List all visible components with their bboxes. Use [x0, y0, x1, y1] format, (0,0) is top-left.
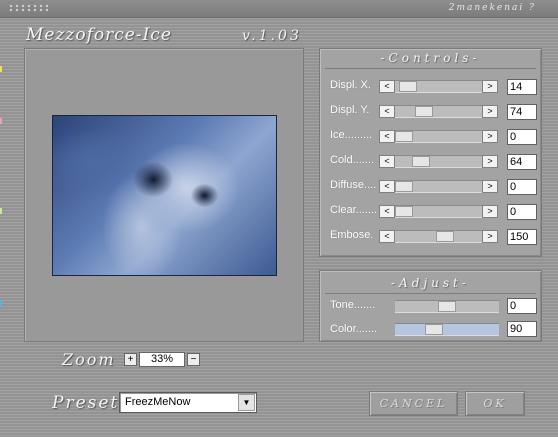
displ-y-decrease-button[interactable]: <	[379, 105, 395, 118]
clear-slider[interactable]	[395, 205, 482, 218]
tone-slider-thumb[interactable]	[438, 301, 456, 312]
preview-image[interactable]	[52, 115, 277, 276]
ice-slider[interactable]	[395, 130, 482, 143]
zoom-value: 33%	[139, 352, 185, 367]
edge-marker	[0, 66, 2, 72]
adjust-divider	[325, 293, 536, 294]
displ-x-value-input[interactable]: 14	[507, 79, 537, 95]
embose-value-input[interactable]: 150	[507, 229, 537, 245]
slider-label-cold: Cold.......	[330, 154, 375, 166]
displ-y-value-input[interactable]: 74	[507, 104, 537, 120]
displ-x-slider-thumb[interactable]	[399, 81, 417, 92]
tone-slider[interactable]	[395, 300, 499, 313]
clear-increase-button[interactable]: >	[482, 205, 498, 218]
ok-button[interactable]: OK	[465, 391, 525, 416]
edge-marker	[0, 300, 2, 306]
cold-value-input[interactable]: 64	[507, 154, 537, 170]
drag-handle-icon[interactable]	[8, 4, 48, 12]
color-slider[interactable]	[395, 323, 499, 336]
embose-increase-button[interactable]: >	[482, 230, 498, 243]
ice-slider-thumb[interactable]	[395, 131, 413, 142]
controls-title: -Controls-	[380, 51, 481, 65]
clear-slider-thumb[interactable]	[395, 206, 413, 217]
color-value-input[interactable]: 90	[507, 321, 537, 337]
controls-divider	[325, 68, 536, 69]
displ-y-slider-thumb[interactable]	[415, 106, 433, 117]
adjust-title: -Adjust-	[391, 276, 470, 290]
diffuse-slider[interactable]	[395, 180, 482, 193]
app-version: v.1.03	[242, 28, 302, 44]
cold-slider[interactable]	[395, 155, 482, 168]
cold-slider-thumb[interactable]	[412, 156, 430, 167]
diffuse-value-input[interactable]: 0	[507, 179, 537, 195]
preset-selected-value: FreezMeNow	[125, 396, 191, 408]
embose-slider[interactable]	[395, 230, 482, 243]
slider-label-diffuse: Diffuse....	[330, 179, 377, 191]
cold-increase-button[interactable]: >	[482, 155, 498, 168]
chevron-down-icon[interactable]: ▼	[238, 394, 255, 411]
ice-value-input[interactable]: 0	[507, 129, 537, 145]
displ-y-increase-button[interactable]: >	[482, 105, 498, 118]
slider-label-clear: Clear.......	[330, 204, 378, 216]
zoom-out-button[interactable]: −	[187, 353, 200, 366]
preset-label: Preset	[52, 393, 120, 413]
diffuse-slider-thumb[interactable]	[395, 181, 413, 192]
zoom-label: Zoom	[62, 350, 116, 369]
slider-label-ice: Ice.........	[330, 129, 373, 141]
embose-decrease-button[interactable]: <	[379, 230, 395, 243]
slider-label-displ-y: Displ. Y.	[330, 104, 370, 116]
diffuse-increase-button[interactable]: >	[482, 180, 498, 193]
slider-label-displ-x: Displ. X.	[330, 79, 371, 91]
clear-decrease-button[interactable]: <	[379, 205, 395, 218]
edge-marker	[0, 118, 2, 124]
ice-increase-button[interactable]: >	[482, 130, 498, 143]
app-title: Mezzoforce-Ice	[26, 25, 172, 45]
tone-value-input[interactable]: 0	[507, 298, 537, 314]
color-slider-thumb[interactable]	[425, 324, 443, 335]
displ-x-decrease-button[interactable]: <	[379, 80, 395, 93]
edge-marker	[0, 208, 2, 214]
displ-x-increase-button[interactable]: >	[482, 80, 498, 93]
clear-value-input[interactable]: 0	[507, 204, 537, 220]
ice-decrease-button[interactable]: <	[379, 130, 395, 143]
displ-x-slider[interactable]	[395, 80, 482, 93]
slider-label-tone: Tone.......	[330, 299, 376, 311]
preset-dropdown[interactable]: FreezMeNow ▼	[119, 392, 257, 413]
cold-decrease-button[interactable]: <	[379, 155, 395, 168]
author-credit: 2manekenai ?	[448, 3, 536, 13]
slider-label-embose: Embose.	[330, 229, 374, 241]
displ-y-slider[interactable]	[395, 105, 482, 118]
zoom-in-button[interactable]: +	[124, 353, 137, 366]
diffuse-decrease-button[interactable]: <	[379, 180, 395, 193]
cancel-button[interactable]: CANCEL	[369, 391, 458, 416]
embose-slider-thumb[interactable]	[436, 231, 454, 242]
slider-label-color: Color.......	[330, 323, 378, 335]
